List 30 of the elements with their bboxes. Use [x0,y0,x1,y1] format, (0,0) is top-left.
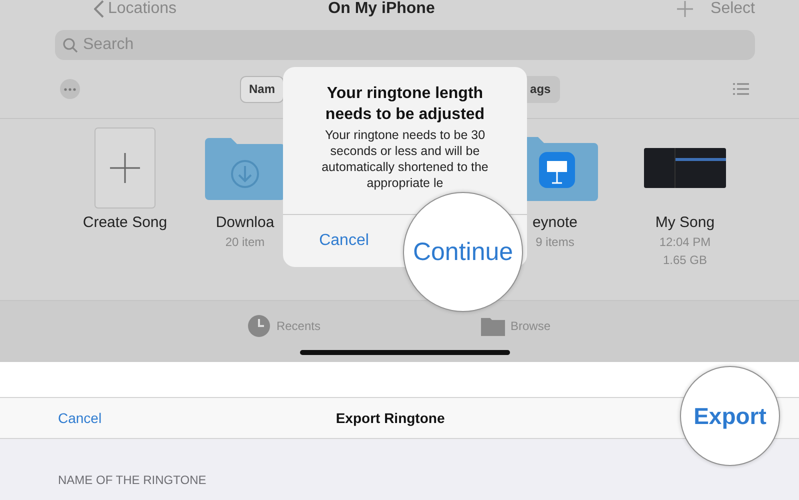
file-detail: 12:04 PM [659,235,711,249]
sort-tab[interactable]: Nam [240,76,284,102]
more-button[interactable] [60,79,80,99]
file-name[interactable]: My Song [655,214,715,231]
back-button[interactable]: Locations [94,0,176,18]
plus-icon [94,126,156,208]
alert-title: Your ringtone length needs to be adjusted [324,84,486,125]
folder-icon [480,316,504,336]
plus-icon[interactable] [676,1,693,17]
file-name[interactable]: eynote [532,214,578,231]
file-detail: 9 items [536,235,574,249]
folder-icon [205,136,285,200]
chevron-left-icon [94,0,104,18]
list-icon[interactable] [733,83,749,95]
section-header: NAME OF THE RINGTONE [57,472,208,487]
navigation-title: On My iPhone [327,0,436,18]
file-detail: 1.65 GB [662,253,708,267]
cancel-button[interactable]: Cancel [283,231,405,251]
clock-icon [248,315,270,337]
search-field[interactable]: Search [55,30,755,60]
song-thumbnail-icon [644,148,726,188]
cancel-button[interactable]: Cancel [58,410,102,426]
search-icon [63,38,78,53]
alert-message: Your ringtone needs to be 30 seconds or less and will be automatically shortened to the appropriate le [320,127,490,191]
ellipsis-icon [64,88,76,90]
select-button[interactable]: Select [710,0,755,18]
file-name[interactable]: Downloa [216,214,274,231]
file-name[interactable]: Create Song [82,214,168,231]
navigation-title: Export Ringtone [334,410,446,426]
file-detail: 20 item [225,235,265,249]
